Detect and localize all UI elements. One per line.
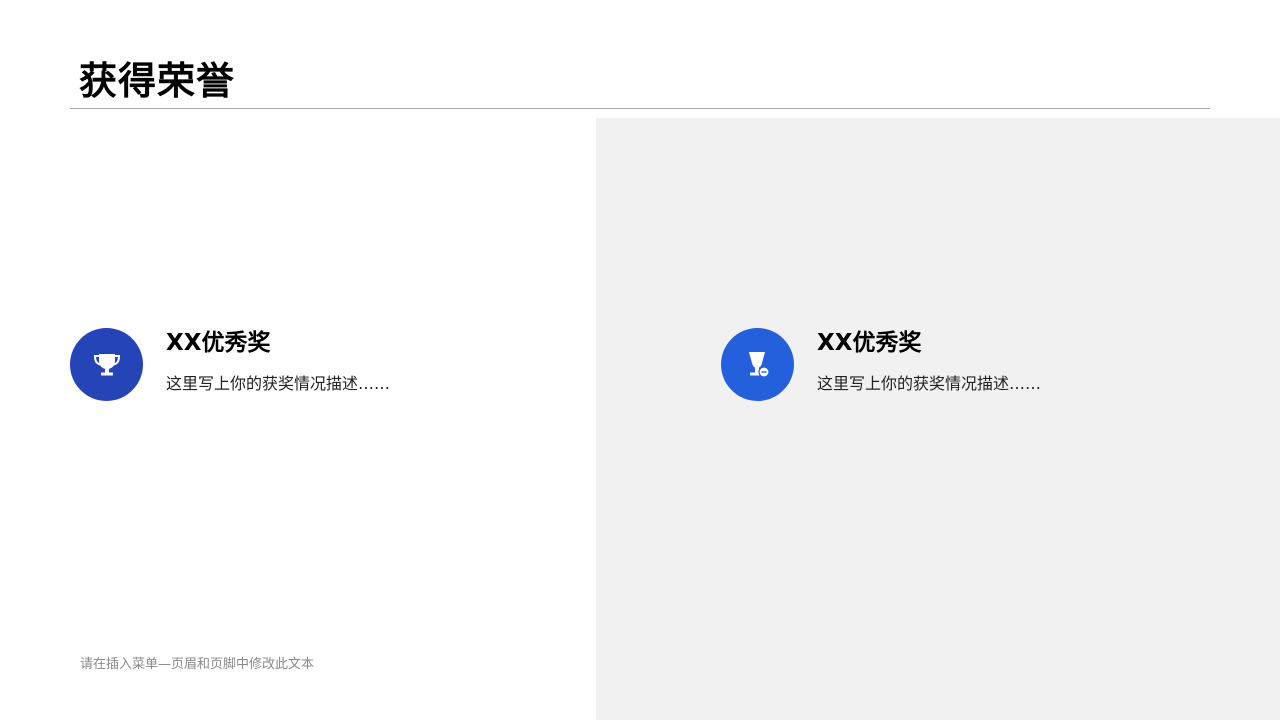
title-divider [70,108,1210,109]
award-icon-circle [721,328,794,401]
trophy-ribbon-icon [748,351,770,378]
award-icon-circle [70,328,143,401]
footer-text: 请在插入菜单—页眉和页脚中修改此文本 [80,657,315,672]
award-heading: XX优秀奖 [817,330,922,356]
trophy-icon [93,353,120,375]
right-background-panel [596,118,1280,720]
page-title: 获得荣誉 [79,59,236,103]
award-description: 这里写上你的获奖情况描述…… [166,374,391,393]
award-description: 这里写上你的获奖情况描述…… [817,374,1042,393]
award-heading: XX优秀奖 [166,330,271,356]
